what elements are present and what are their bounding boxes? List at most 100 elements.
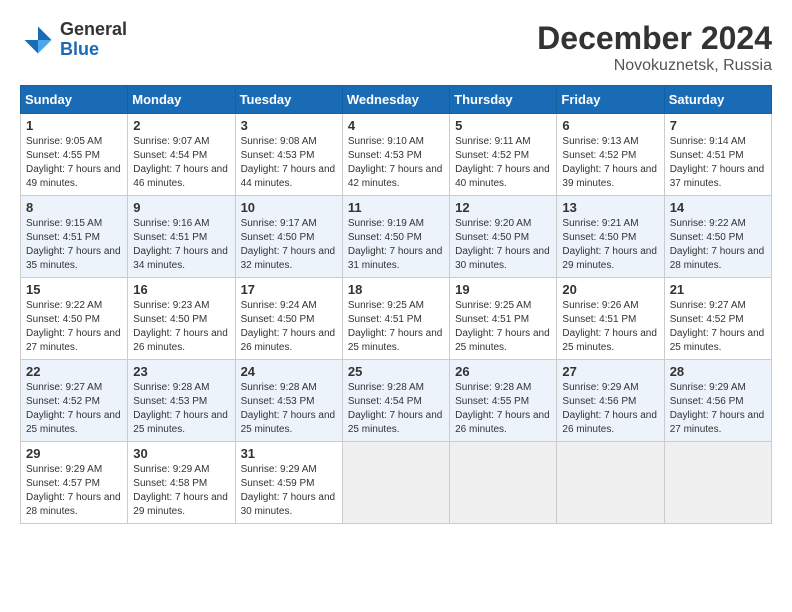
day-number: 31 bbox=[241, 446, 337, 461]
calendar-cell bbox=[557, 442, 664, 524]
day-info: Sunrise: 9:24 AMSunset: 4:50 PMDaylight:… bbox=[241, 300, 336, 353]
calendar-week-row: 15Sunrise: 9:22 AMSunset: 4:50 PMDayligh… bbox=[21, 278, 772, 360]
calendar-cell: 20 Sunrise: 9:26 AMSunset: 4:51 PMDayligh… bbox=[557, 278, 664, 360]
day-number: 29 bbox=[26, 446, 122, 461]
calendar-cell: 27 Sunrise: 9:29 AMSunset: 4:56 PMDayligh… bbox=[557, 360, 664, 442]
day-number: 9 bbox=[133, 200, 229, 215]
calendar-week-row: 22 Sunrise: 9:27 AMSunset: 4:52 PMDayligh… bbox=[21, 360, 772, 442]
day-number: 3 bbox=[241, 118, 337, 133]
calendar-cell: 18Sunrise: 9:25 AMSunset: 4:51 PMDayligh… bbox=[342, 278, 449, 360]
calendar-table: SundayMondayTuesdayWednesdayThursdayFrid… bbox=[20, 85, 772, 524]
calendar-cell: 19 Sunrise: 9:25 AMSunset: 4:51 PMDayligh… bbox=[450, 278, 557, 360]
calendar-cell: 15Sunrise: 9:22 AMSunset: 4:50 PMDayligh… bbox=[21, 278, 128, 360]
calendar-cell: 28 Sunrise: 9:29 AMSunset: 4:56 PMDayligh… bbox=[664, 360, 771, 442]
day-number: 22 bbox=[26, 364, 122, 379]
calendar-cell bbox=[664, 442, 771, 524]
calendar-day-header: Saturday bbox=[664, 86, 771, 114]
day-number: 11 bbox=[348, 200, 444, 215]
day-info: Sunrise: 9:15 AMSunset: 4:51 PMDaylight:… bbox=[26, 218, 121, 271]
logo-general: General bbox=[60, 19, 127, 39]
calendar-cell: 14Sunrise: 9:22 AMSunset: 4:50 PMDayligh… bbox=[664, 196, 771, 278]
day-number: 25 bbox=[348, 364, 444, 379]
day-number: 7 bbox=[670, 118, 766, 133]
day-number: 28 bbox=[670, 364, 766, 379]
day-info: Sunrise: 9:23 AMSunset: 4:50 PMDaylight:… bbox=[133, 300, 228, 353]
day-info: Sunrise: 9:20 AMSunset: 4:50 PMDaylight:… bbox=[455, 218, 550, 271]
day-number: 5 bbox=[455, 118, 551, 133]
month-title: December 2024 bbox=[537, 20, 772, 57]
day-info: Sunrise: 9:19 AMSunset: 4:50 PMDaylight:… bbox=[348, 218, 443, 271]
calendar-cell: 29 Sunrise: 9:29 AMSunset: 4:57 PMDayligh… bbox=[21, 442, 128, 524]
calendar-cell: 16Sunrise: 9:23 AMSunset: 4:50 PMDayligh… bbox=[128, 278, 235, 360]
calendar-day-header: Thursday bbox=[450, 86, 557, 114]
calendar-cell: 22 Sunrise: 9:27 AMSunset: 4:52 PMDayligh… bbox=[21, 360, 128, 442]
day-info: Sunrise: 9:14 AMSunset: 4:51 PMDaylight:… bbox=[670, 136, 765, 189]
day-number: 19 bbox=[455, 282, 551, 297]
day-info: Sunrise: 9:16 AMSunset: 4:51 PMDaylight:… bbox=[133, 218, 228, 271]
logo: General Blue bbox=[20, 20, 127, 60]
day-info: Sunrise: 9:13 AMSunset: 4:52 PMDaylight:… bbox=[562, 136, 657, 189]
calendar-cell: 17Sunrise: 9:24 AMSunset: 4:50 PMDayligh… bbox=[235, 278, 342, 360]
day-info: Sunrise: 9:05 AMSunset: 4:55 PMDaylight:… bbox=[26, 136, 121, 189]
calendar-cell bbox=[342, 442, 449, 524]
calendar-cell: 9 Sunrise: 9:16 AMSunset: 4:51 PMDaylight… bbox=[128, 196, 235, 278]
day-number: 1 bbox=[26, 118, 122, 133]
day-info: Sunrise: 9:28 AMSunset: 4:55 PMDaylight:… bbox=[455, 382, 550, 435]
calendar-cell: 6Sunrise: 9:13 AMSunset: 4:52 PMDaylight… bbox=[557, 114, 664, 196]
calendar-day-header: Tuesday bbox=[235, 86, 342, 114]
day-info: Sunrise: 9:25 AMSunset: 4:51 PMDaylight:… bbox=[455, 300, 550, 353]
day-info: Sunrise: 9:10 AMSunset: 4:53 PMDaylight:… bbox=[348, 136, 443, 189]
logo-icon bbox=[20, 22, 56, 58]
day-info: Sunrise: 9:17 AMSunset: 4:50 PMDaylight:… bbox=[241, 218, 336, 271]
day-number: 4 bbox=[348, 118, 444, 133]
day-info: Sunrise: 9:27 AMSunset: 4:52 PMDaylight:… bbox=[670, 300, 765, 353]
day-info: Sunrise: 9:28 AMSunset: 4:54 PMDaylight:… bbox=[348, 382, 443, 435]
calendar-cell: 2Sunrise: 9:07 AMSunset: 4:54 PMDaylight… bbox=[128, 114, 235, 196]
title-block: December 2024 Novokuznetsk, Russia bbox=[537, 20, 772, 75]
day-info: Sunrise: 9:29 AMSunset: 4:56 PMDaylight:… bbox=[670, 382, 765, 435]
calendar-cell: 5Sunrise: 9:11 AMSunset: 4:52 PMDaylight… bbox=[450, 114, 557, 196]
calendar-cell: 7 Sunrise: 9:14 AMSunset: 4:51 PMDaylight… bbox=[664, 114, 771, 196]
calendar-body: 1 Sunrise: 9:05 AMSunset: 4:55 PMDaylight… bbox=[21, 114, 772, 524]
page-header: General Blue December 2024 Novokuznetsk,… bbox=[20, 20, 772, 75]
calendar-cell: 26Sunrise: 9:28 AMSunset: 4:55 PMDayligh… bbox=[450, 360, 557, 442]
day-number: 18 bbox=[348, 282, 444, 297]
day-info: Sunrise: 9:29 AMSunset: 4:59 PMDaylight:… bbox=[241, 464, 336, 517]
calendar-day-header: Friday bbox=[557, 86, 664, 114]
calendar-cell: 23Sunrise: 9:28 AMSunset: 4:53 PMDayligh… bbox=[128, 360, 235, 442]
calendar-cell: 31 Sunrise: 9:29 AMSunset: 4:59 PMDayligh… bbox=[235, 442, 342, 524]
day-info: Sunrise: 9:07 AMSunset: 4:54 PMDaylight:… bbox=[133, 136, 228, 189]
calendar-cell: 4 Sunrise: 9:10 AMSunset: 4:53 PMDaylight… bbox=[342, 114, 449, 196]
location: Novokuznetsk, Russia bbox=[537, 57, 772, 75]
day-info: Sunrise: 9:29 AMSunset: 4:56 PMDaylight:… bbox=[562, 382, 657, 435]
calendar-cell: 12 Sunrise: 9:20 AMSunset: 4:50 PMDayligh… bbox=[450, 196, 557, 278]
day-info: Sunrise: 9:26 AMSunset: 4:51 PMDaylight:… bbox=[562, 300, 657, 353]
day-number: 8 bbox=[26, 200, 122, 215]
day-number: 20 bbox=[562, 282, 658, 297]
calendar-cell: 13 Sunrise: 9:21 AMSunset: 4:50 PMDayligh… bbox=[557, 196, 664, 278]
day-info: Sunrise: 9:27 AMSunset: 4:52 PMDaylight:… bbox=[26, 382, 121, 435]
day-number: 12 bbox=[455, 200, 551, 215]
day-number: 24 bbox=[241, 364, 337, 379]
day-number: 27 bbox=[562, 364, 658, 379]
day-number: 14 bbox=[670, 200, 766, 215]
calendar-week-row: 1 Sunrise: 9:05 AMSunset: 4:55 PMDaylight… bbox=[21, 114, 772, 196]
calendar-cell: 1 Sunrise: 9:05 AMSunset: 4:55 PMDaylight… bbox=[21, 114, 128, 196]
day-number: 21 bbox=[670, 282, 766, 297]
calendar-cell: 25 Sunrise: 9:28 AMSunset: 4:54 PMDayligh… bbox=[342, 360, 449, 442]
calendar-cell: 11 Sunrise: 9:19 AMSunset: 4:50 PMDayligh… bbox=[342, 196, 449, 278]
day-info: Sunrise: 9:28 AMSunset: 4:53 PMDaylight:… bbox=[241, 382, 336, 435]
logo-text: General Blue bbox=[60, 20, 127, 60]
calendar-cell: 21 Sunrise: 9:27 AMSunset: 4:52 PMDayligh… bbox=[664, 278, 771, 360]
day-number: 10 bbox=[241, 200, 337, 215]
calendar-header-row: SundayMondayTuesdayWednesdayThursdayFrid… bbox=[21, 86, 772, 114]
day-info: Sunrise: 9:28 AMSunset: 4:53 PMDaylight:… bbox=[133, 382, 228, 435]
logo-blue: Blue bbox=[60, 39, 99, 59]
day-info: Sunrise: 9:08 AMSunset: 4:53 PMDaylight:… bbox=[241, 136, 336, 189]
day-info: Sunrise: 9:21 AMSunset: 4:50 PMDaylight:… bbox=[562, 218, 657, 271]
calendar-day-header: Wednesday bbox=[342, 86, 449, 114]
day-number: 13 bbox=[562, 200, 658, 215]
day-info: Sunrise: 9:29 AMSunset: 4:57 PMDaylight:… bbox=[26, 464, 121, 517]
calendar-cell: 30Sunrise: 9:29 AMSunset: 4:58 PMDayligh… bbox=[128, 442, 235, 524]
calendar-day-header: Sunday bbox=[21, 86, 128, 114]
